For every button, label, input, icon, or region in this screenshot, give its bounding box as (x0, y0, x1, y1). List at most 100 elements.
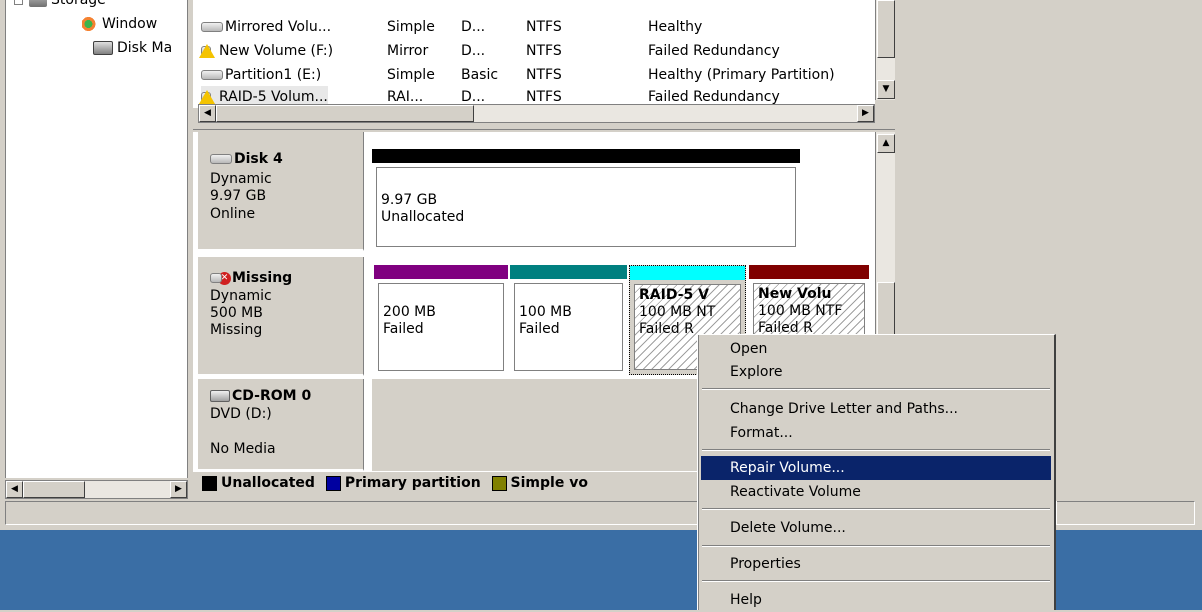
volume-layout: Simple (387, 19, 435, 35)
partition-failed-200mb[interactable]: 200 MB Failed (374, 265, 508, 375)
menu-item-explore[interactable]: Explore (701, 360, 1051, 384)
warning-icon (199, 90, 215, 104)
menu-item-delete-volume[interactable]: Delete Volume... (701, 516, 1051, 540)
disk-size: 9.97 GB (210, 188, 267, 204)
volume-status: Healthy (648, 19, 703, 35)
partition-title: New Volu (758, 286, 832, 302)
partition-status: Failed (519, 321, 560, 337)
volume-name: New Volume (F:) (219, 43, 334, 59)
volume-layout: Simple (387, 67, 435, 83)
menu-item-help[interactable]: Help (701, 588, 1051, 612)
partition-color-bar (749, 265, 869, 279)
disk-name: Missing (232, 270, 293, 286)
partition-color-bar (630, 266, 745, 280)
menu-separator (702, 545, 1050, 547)
volume-fs: NTFS (526, 43, 562, 59)
menu-item-open[interactable]: Open (701, 337, 1051, 361)
scroll-left-icon[interactable]: ◀ (6, 481, 23, 498)
volume-layout: Mirror (387, 43, 429, 59)
backup-icon (82, 17, 98, 31)
partition-status: Failed (383, 321, 424, 337)
disk-type: Dynamic (210, 288, 272, 304)
partition-size: 100 MB (519, 304, 572, 320)
partition-size: 200 MB (383, 304, 436, 320)
legend: Unallocated Primary partition Simple vo (200, 471, 588, 495)
disk-name: Disk 4 (234, 151, 283, 167)
tree-item-windows-backup[interactable]: Window (82, 13, 157, 35)
partition-size: 100 MB NTF (758, 303, 843, 319)
volume-icon (201, 22, 223, 32)
console-tree[interactable]: − Storage Window Disk Ma (5, 0, 188, 478)
collapse-icon[interactable]: − (14, 0, 23, 5)
disk-size: 500 MB (210, 305, 263, 321)
partition-size: 100 MB NT (639, 304, 716, 320)
storage-icon (29, 0, 47, 7)
disk-state: Missing (210, 322, 263, 338)
tree-item-label: Storage (51, 0, 106, 8)
volume-fs: NTFS (526, 19, 562, 35)
disk-management-icon (93, 41, 113, 55)
tree-item-storage[interactable]: − Storage (14, 0, 106, 11)
legend-label: Simple vo (510, 475, 588, 491)
scroll-left-icon[interactable]: ◀ (199, 105, 216, 122)
scroll-right-icon[interactable]: ▶ (857, 105, 874, 122)
partition-color-bar (510, 265, 627, 279)
volume-list[interactable]: Mirrored Volu... Simple D... NTFS Health… (193, 0, 875, 108)
tree-item-label: Window (102, 16, 158, 32)
partition-size: 9.97 GB (381, 192, 438, 208)
disk-icon (210, 154, 232, 164)
menu-separator (702, 388, 1050, 390)
menu-item-format[interactable]: Format... (701, 421, 1051, 445)
partition-failed-100mb[interactable]: 100 MB Failed (510, 265, 627, 375)
disk-type: DVD (D:) (210, 406, 272, 422)
partition-title: RAID-5 V (639, 287, 709, 303)
menu-separator (702, 508, 1050, 510)
volume-type: D... (461, 43, 486, 59)
legend-swatch-unallocated (202, 475, 217, 491)
scroll-thumb[interactable] (877, 0, 895, 58)
cdrom-icon (210, 390, 230, 402)
partition-color-bar (374, 265, 508, 279)
volume-name: RAID-5 Volum... (219, 89, 328, 105)
partition-status: Unallocated (381, 209, 465, 225)
disk-type: Dynamic (210, 171, 272, 187)
legend-label: Primary partition (344, 475, 481, 491)
legend-swatch-primary (325, 475, 341, 491)
partition-unallocated[interactable]: 9.97 GB Unallocated (372, 149, 800, 251)
tree-horizontal-scrollbar[interactable]: ◀ ▶ (5, 480, 188, 499)
volume-status: Failed Redundancy (648, 43, 780, 59)
scroll-down-icon[interactable]: ▼ (877, 80, 895, 99)
scroll-up-icon[interactable]: ▲ (877, 134, 895, 153)
context-menu[interactable]: Open Explore Change Drive Letter and Pat… (697, 334, 1056, 610)
legend-swatch-simple (491, 475, 507, 491)
volume-status: Healthy (Primary Partition) (648, 67, 835, 83)
menu-separator (702, 580, 1050, 582)
disk-icon (210, 273, 222, 283)
scroll-right-icon[interactable]: ▶ (170, 481, 187, 498)
menu-item-reactivate-volume[interactable]: Reactivate Volume (701, 480, 1051, 504)
tree-item-disk-management[interactable]: Disk Ma (93, 37, 172, 59)
disk-label-cdrom[interactable]: CD-ROM 0 DVD (D:) No Media (198, 379, 364, 471)
disk-label-missing[interactable]: ✕ Missing Dynamic 500 MB Missing (198, 257, 364, 376)
partition-color-bar (372, 149, 800, 163)
volume-fs: NTFS (526, 67, 562, 83)
disk-label-disk4[interactable]: Disk 4 Dynamic 9.97 GB Online (198, 132, 364, 251)
volume-list-horizontal-scrollbar[interactable]: ◀ ▶ (198, 104, 875, 123)
volume-type: Basic (461, 67, 499, 83)
volume-type: D... (461, 19, 486, 35)
disk-state: Online (210, 206, 256, 222)
pane-splitter[interactable] (193, 124, 895, 130)
tree-item-label: Disk Ma (117, 40, 173, 56)
disk-state: No Media (210, 441, 276, 457)
volume-list-vertical-scrollbar[interactable]: ▼ (875, 0, 895, 100)
menu-item-properties[interactable]: Properties (701, 552, 1051, 576)
scroll-thumb[interactable] (23, 481, 85, 498)
volume-name: Mirrored Volu... (225, 19, 332, 35)
legend-label: Unallocated (221, 475, 315, 491)
menu-separator (702, 449, 1050, 451)
volume-name: Partition1 (E:) (225, 67, 322, 83)
menu-item-repair-volume[interactable]: Repair Volume... (701, 456, 1051, 480)
scroll-thumb[interactable] (216, 105, 474, 122)
volume-icon (201, 70, 223, 80)
menu-item-change-drive-letter[interactable]: Change Drive Letter and Paths... (701, 397, 1051, 421)
